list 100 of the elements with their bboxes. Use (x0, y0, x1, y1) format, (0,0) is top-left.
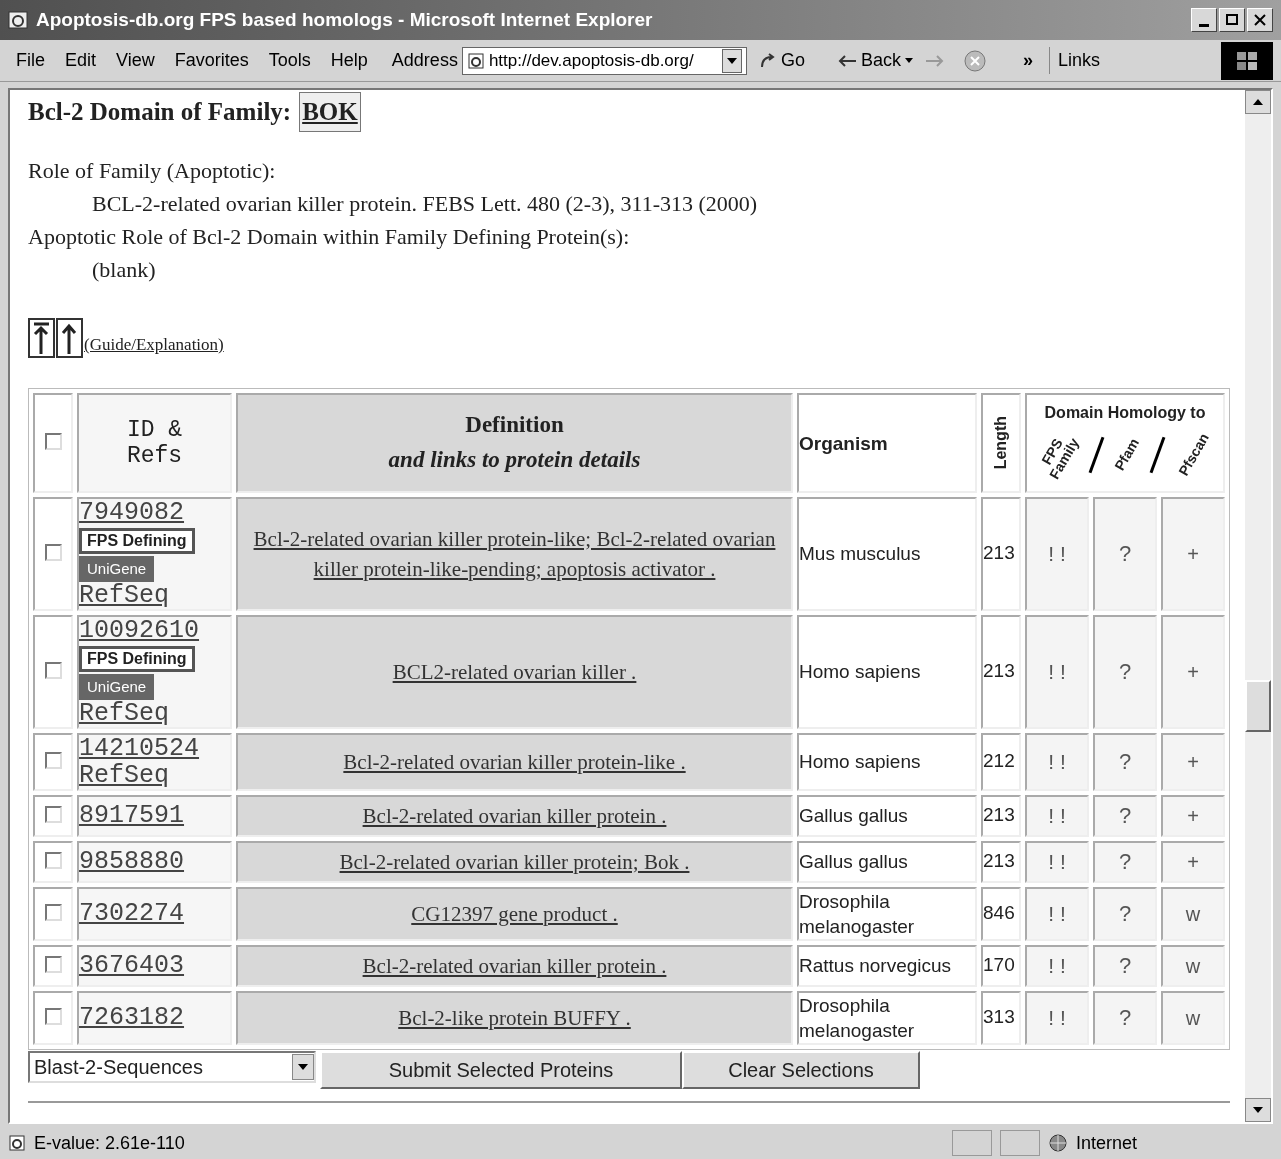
refseq-link[interactable]: RefSeq (79, 580, 169, 610)
menu-item[interactable]: Favorites (166, 47, 257, 74)
scroll-up-icon[interactable] (1253, 99, 1263, 105)
column-header: Organism (799, 433, 888, 454)
tool-select[interactable]: Blast-2-Sequences (28, 1050, 316, 1083)
close-icon (1253, 13, 1267, 27)
pfam-cell: ? (1118, 901, 1132, 926)
checkbox[interactable] (44, 662, 62, 679)
window-title: Apoptosis-db.org FPS based homologs - Microsoft Internet Explorer (36, 7, 654, 32)
pfam-cell: ? (1118, 849, 1132, 874)
checkbox[interactable] (44, 956, 62, 973)
length-text: 170 (983, 954, 1015, 976)
column-header: Refs (125, 442, 184, 469)
status-pane (1000, 1130, 1040, 1156)
dropdown-icon[interactable] (292, 1053, 314, 1080)
refseq-link[interactable]: RefSeq (79, 760, 169, 790)
checkbox[interactable] (44, 904, 62, 921)
checkbox[interactable] (44, 1008, 62, 1025)
more-button[interactable]: » (1022, 47, 1033, 74)
organism-text: Gallus gallus (799, 851, 908, 872)
address-label: Address (391, 49, 458, 72)
column-header: Definition (464, 411, 565, 439)
fps-family-cell: ! ! (1048, 1005, 1066, 1029)
checkbox[interactable] (44, 852, 62, 869)
length-text: 213 (983, 660, 1015, 682)
column-subheader: and links to protein details (387, 445, 642, 474)
organism-text: Drosophila melanogaster (799, 994, 915, 1041)
fps-family-cell: ! ! (1048, 659, 1066, 683)
menu-item[interactable]: Tools (260, 47, 319, 74)
back-button[interactable]: Back (828, 47, 921, 74)
id-link[interactable]: 10092610 (79, 615, 200, 645)
pfscan-cell: w (1185, 902, 1201, 925)
fps-family-cell: ! ! (1048, 803, 1066, 827)
browser-icon (8, 10, 28, 30)
id-link[interactable]: 14210524 (79, 733, 200, 763)
definition-link[interactable]: BCL2-related ovarian killer . (392, 656, 637, 687)
menu-item[interactable]: File (8, 47, 53, 74)
page-heading: Bcl-2 Domain of Family: (28, 97, 292, 127)
checkbox[interactable] (44, 544, 62, 561)
refseq-link[interactable]: RefSeq (79, 698, 169, 728)
checkbox[interactable] (44, 806, 62, 823)
organism-text: Gallus gallus (799, 805, 908, 826)
fps-family-cell: ! ! (1048, 541, 1066, 565)
pfam-cell: ? (1118, 953, 1132, 978)
family-link[interactable]: BOK (299, 92, 361, 132)
maximize-button[interactable] (1219, 8, 1245, 32)
stop-icon[interactable] (962, 48, 987, 73)
status-pane (952, 1130, 992, 1156)
menu-item[interactable]: View (108, 47, 163, 74)
pfscan-cell: w (1185, 954, 1201, 977)
column-header: Length (991, 415, 1010, 470)
submit-button[interactable]: Submit Selected Proteins (320, 1050, 682, 1089)
fps-defining-badge: FPS Defining (79, 527, 195, 554)
fps-family-cell: ! ! (1048, 953, 1066, 977)
role-label: Role of Family (Apoptotic): (28, 156, 277, 185)
organism-text: Homo sapiens (799, 661, 921, 682)
status-text: E-value: 2.61e-110 (34, 1131, 186, 1155)
menu-item[interactable]: Help (322, 47, 376, 74)
length-text: 213 (983, 804, 1015, 826)
minimize-button[interactable] (1191, 8, 1217, 32)
pfam-cell: ? (1118, 1005, 1132, 1030)
pfscan-cell: w (1185, 1006, 1201, 1029)
pfam-cell: ? (1118, 659, 1132, 684)
length-text: 213 (983, 850, 1015, 872)
checkbox[interactable] (44, 752, 62, 769)
caret-icon (904, 58, 913, 63)
zone-text: Internet (1076, 1131, 1138, 1155)
guide-link[interactable]: (Guide/Explanation) (84, 332, 224, 358)
domain-text: (blank) (91, 255, 157, 284)
back-arrow-icon (836, 53, 857, 68)
length-text: 213 (983, 542, 1015, 564)
clear-button[interactable]: Clear Selections (682, 1050, 920, 1089)
page-icon (466, 51, 485, 70)
up-arrows-icon (28, 317, 84, 358)
go-button[interactable]: Go (750, 47, 813, 74)
role-text: BCL-2-related ovarian killer protein. FEBS Lett. 480 (2-3), 311-313 (2000) (91, 189, 759, 218)
fps-family-cell: ! ! (1048, 849, 1066, 873)
links-button[interactable]: Links (1048, 47, 1100, 74)
dropdown-icon[interactable] (721, 48, 742, 73)
id-link[interactable]: 7949082 (79, 497, 185, 527)
close-button[interactable] (1247, 8, 1273, 32)
page-icon (8, 1134, 26, 1152)
pfscan-cell: + (1187, 750, 1199, 773)
unigene-link[interactable]: UniGene (79, 673, 155, 700)
address-field[interactable]: http://dev.apoptosis-db.org/ (461, 46, 747, 75)
pfam-cell: ? (1118, 541, 1132, 566)
length-text: 313 (983, 1006, 1015, 1028)
pfscan-cell: + (1187, 850, 1199, 873)
unigene-link[interactable]: UniGene (79, 555, 155, 582)
menu-item[interactable]: Edit (57, 47, 105, 74)
fps-family-cell: ! ! (1048, 749, 1066, 773)
checkbox[interactable] (44, 433, 62, 450)
pfam-cell: ? (1118, 803, 1132, 828)
go-arrow-icon (758, 51, 777, 70)
pfam-cell: ? (1118, 749, 1132, 774)
scroll-down-icon[interactable] (1253, 1107, 1263, 1113)
fps-family-cell: ! ! (1048, 901, 1066, 925)
scroll-thumb[interactable] (1245, 680, 1271, 732)
pfscan-cell: + (1187, 804, 1199, 827)
length-text: 212 (983, 750, 1015, 772)
